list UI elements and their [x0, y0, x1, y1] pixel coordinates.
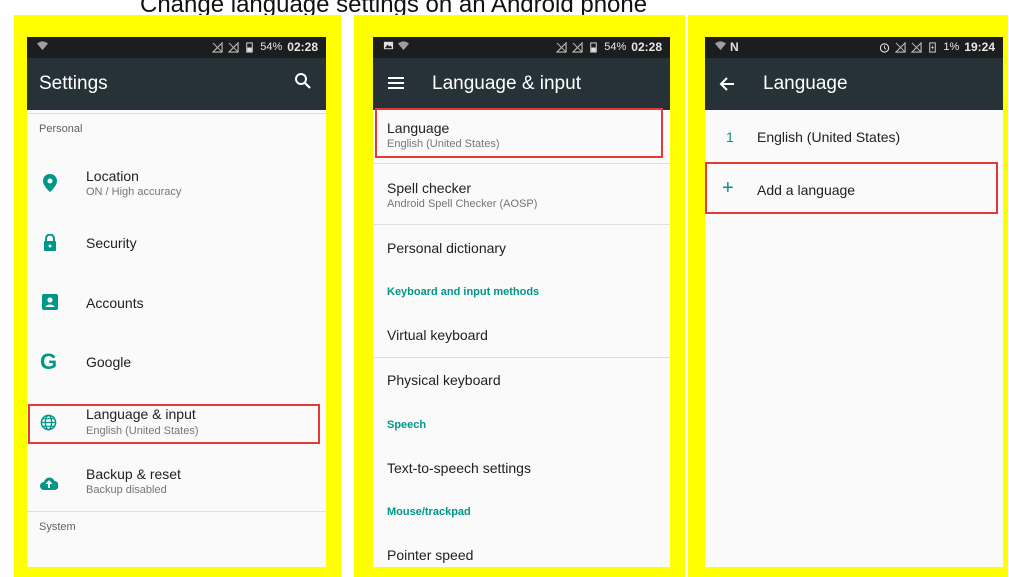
clock: 19:24	[964, 40, 995, 54]
section-header-system: System	[39, 521, 76, 533]
item-title: Accounts	[86, 295, 144, 311]
battery-icon	[246, 41, 253, 53]
item-title: Text-to-speech settings	[387, 460, 531, 476]
google-icon: G	[40, 349, 58, 374]
battery-charging-icon	[929, 41, 937, 53]
section-header-mouse: Mouse/trackpad	[387, 506, 471, 518]
settings-item-backup-reset[interactable]: Backup & reset Backup disabled	[27, 463, 326, 503]
no-signal-icon	[556, 41, 567, 53]
screen-language-input: 54% 02:28 Language & input Language Engl…	[373, 37, 670, 567]
item-title: Virtual keyboard	[387, 327, 488, 343]
settings-item-google[interactable]: G Google	[27, 342, 326, 382]
status-bar: N 1% 19:24	[705, 37, 1003, 58]
wifi-icon	[715, 41, 726, 51]
battery-level: 54%	[604, 41, 627, 53]
item-title: Personal dictionary	[387, 240, 507, 256]
alarm-icon	[880, 42, 890, 53]
language-index: 1	[726, 129, 734, 145]
list-item-text-to-speech[interactable]: Text-to-speech settings	[373, 445, 670, 489]
battery-level: 1%	[943, 41, 960, 53]
divider	[27, 113, 326, 114]
highlight-box	[375, 108, 663, 158]
battery-level: 54%	[260, 41, 283, 53]
app-bar: Settings	[27, 58, 326, 110]
menu-icon[interactable]	[388, 76, 404, 90]
status-bar: 54% 02:28	[27, 37, 326, 58]
cloud-upload-icon	[40, 477, 58, 490]
no-signal-icon	[572, 41, 583, 53]
no-signal-icon	[895, 41, 907, 53]
item-subtitle: Backup disabled	[86, 484, 167, 496]
n-notification-icon: N	[730, 40, 739, 54]
language-list-item[interactable]: 1 English (United States)	[705, 117, 1003, 157]
section-header-personal: Personal	[39, 123, 83, 135]
page-title: Language	[763, 73, 848, 94]
account-box-icon	[42, 294, 58, 310]
no-signal-icon	[228, 41, 239, 53]
page-title: Language & input	[432, 73, 581, 94]
item-title: Pointer speed	[387, 547, 474, 563]
wifi-icon	[398, 41, 409, 51]
item-subtitle: Android Spell Checker (AOSP)	[387, 198, 538, 210]
list-item-virtual-keyboard[interactable]: Virtual keyboard	[373, 313, 670, 355]
list-item-personal-dictionary[interactable]: Personal dictionary	[373, 225, 670, 271]
item-title: Physical keyboard	[387, 372, 501, 388]
item-subtitle: ON / High accuracy	[86, 186, 182, 198]
section-header-keyboard: Keyboard and input methods	[387, 286, 540, 298]
battery-icon	[590, 41, 597, 53]
settings-item-security[interactable]: Security	[27, 223, 326, 263]
item-title: Spell checker	[387, 180, 472, 196]
highlight-box	[28, 404, 320, 444]
app-bar: Language	[705, 58, 1003, 110]
item-title: Location	[86, 168, 139, 184]
list-item-physical-keyboard[interactable]: Physical keyboard	[373, 358, 670, 402]
app-bar: Language & input	[373, 58, 670, 110]
no-signal-icon	[911, 41, 923, 53]
search-icon[interactable]	[294, 72, 312, 90]
image-notification-icon	[383, 41, 394, 50]
item-title: Backup & reset	[86, 466, 181, 482]
language-name: English (United States)	[757, 129, 901, 145]
wifi-icon	[37, 41, 48, 51]
item-title: Security	[86, 235, 137, 251]
no-signal-icon	[212, 41, 223, 53]
list-item-pointer-speed[interactable]: Pointer speed	[373, 533, 670, 567]
divider	[27, 511, 326, 512]
status-bar: 54% 02:28	[373, 37, 670, 58]
item-title: Google	[86, 354, 132, 370]
highlight-box	[705, 162, 998, 214]
location-pin-icon	[43, 174, 57, 192]
settings-item-accounts[interactable]: Accounts	[27, 283, 326, 323]
screen-settings: 54% 02:28 Settings Personal Location ON …	[27, 37, 326, 567]
clock: 02:28	[631, 40, 662, 54]
section-header-speech: Speech	[387, 419, 427, 431]
back-arrow-icon[interactable]	[719, 76, 735, 92]
settings-item-location[interactable]: Location ON / High accuracy	[27, 161, 326, 205]
clock: 02:28	[287, 40, 318, 54]
list-item-spell-checker[interactable]: Spell checker Android Spell Checker (AOS…	[373, 164, 670, 224]
lock-icon	[44, 234, 56, 251]
page-title: Settings	[39, 73, 108, 94]
screen-language: N 1% 19:24 Language 1 English (United St…	[705, 37, 1003, 567]
